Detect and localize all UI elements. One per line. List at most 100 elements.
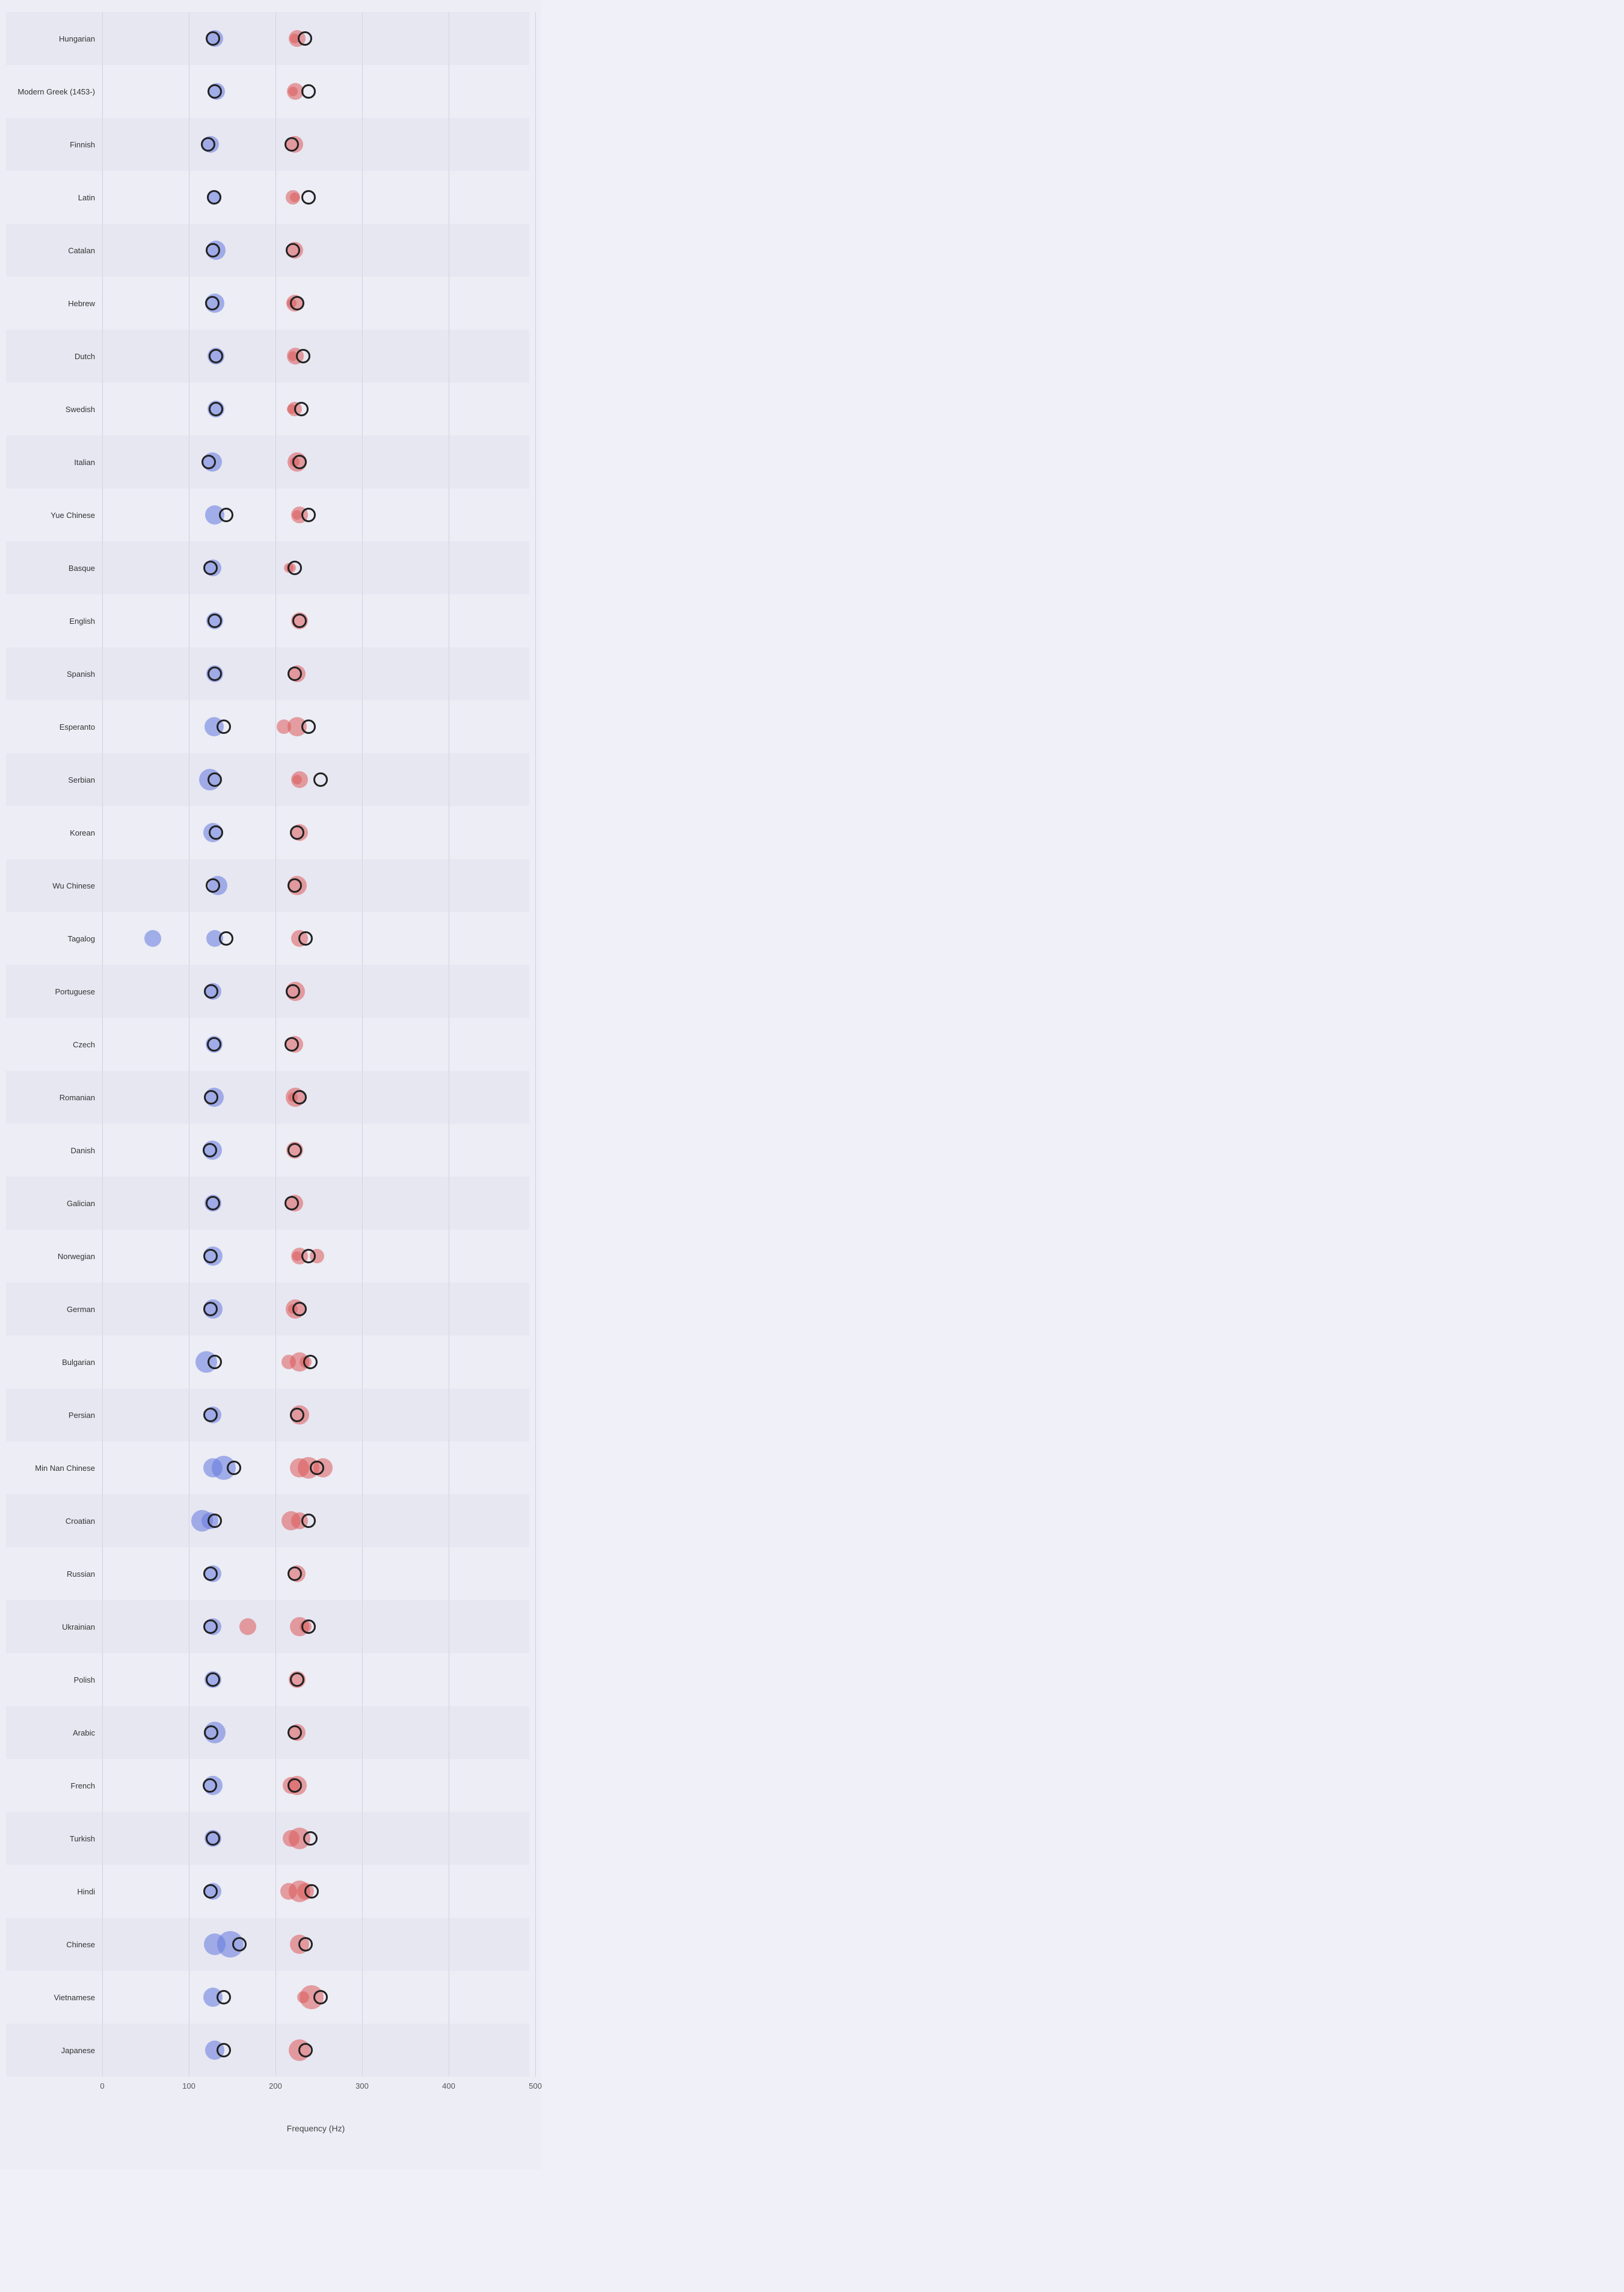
- blue-outline-dot: [208, 84, 222, 99]
- red-outline-dot: [301, 1619, 316, 1634]
- blue-outline-dot: [208, 772, 222, 787]
- red-outline-dot: [286, 984, 300, 999]
- chart-container: HungarianModern Greek (1453-)FinnishLati…: [0, 0, 541, 2169]
- red-outline-dot: [292, 1302, 307, 1316]
- blue-outline-dot: [203, 1143, 217, 1157]
- dot-area: [102, 1230, 529, 1283]
- red-outline-dot: [292, 1090, 307, 1104]
- dot-area: [102, 700, 529, 753]
- table-row: Portuguese: [6, 965, 529, 1018]
- red-outline-dot: [298, 2043, 313, 2057]
- blue-outline-dot: [208, 1355, 222, 1369]
- language-label: Finnish: [6, 140, 102, 149]
- red-outline-dot: [290, 1672, 304, 1687]
- table-row: Japanese: [6, 2024, 529, 2077]
- language-label: Portuguese: [6, 987, 102, 996]
- red-outline-dot: [290, 1408, 304, 1422]
- dot-area: [102, 12, 529, 65]
- table-row: Tagalog: [6, 912, 529, 965]
- table-row: Modern Greek (1453-): [6, 65, 529, 118]
- table-row: Latin: [6, 171, 529, 224]
- blue-outline-dot: [209, 825, 223, 840]
- x-tick-label: 0: [100, 2081, 104, 2090]
- table-row: Korean: [6, 806, 529, 859]
- table-row: English: [6, 594, 529, 647]
- language-label: Bulgarian: [6, 1358, 102, 1367]
- red-filled-dot: [288, 87, 298, 96]
- red-outline-dot: [288, 878, 302, 893]
- red-outline-dot: [298, 931, 313, 946]
- red-outline-dot: [290, 825, 304, 840]
- dot-area: [102, 1653, 529, 1706]
- blue-outline-dot: [204, 984, 218, 999]
- red-outline-dot: [301, 1249, 316, 1263]
- table-row: Ukrainian: [6, 1600, 529, 1653]
- dot-area: [102, 2024, 529, 2077]
- table-row: Arabic: [6, 1706, 529, 1759]
- table-row: Wu Chinese: [6, 859, 529, 912]
- blue-outline-dot: [208, 1514, 222, 1528]
- language-label: Min Nan Chinese: [6, 1464, 102, 1473]
- red-outline-dot: [303, 1831, 318, 1846]
- red-outline-dot: [296, 349, 310, 363]
- dot-area: [102, 647, 529, 700]
- blue-outline-dot: [209, 349, 223, 363]
- blue-outline-dot: [203, 1302, 218, 1316]
- blue-outline-dot: [206, 1672, 220, 1687]
- language-label: Norwegian: [6, 1252, 102, 1261]
- red-outline-dot: [294, 402, 309, 416]
- blue-outline-dot: [203, 1567, 218, 1581]
- table-row: Chinese: [6, 1918, 529, 1971]
- red-filled-dot: [290, 193, 300, 202]
- dot-area: [102, 1124, 529, 1177]
- dot-area: [102, 1865, 529, 1918]
- blue-outline-dot: [219, 508, 233, 522]
- blue-outline-dot: [201, 137, 215, 152]
- table-row: Finnish: [6, 118, 529, 171]
- dot-area: [102, 277, 529, 330]
- language-label: Italian: [6, 458, 102, 467]
- red-outline-dot: [288, 1143, 302, 1157]
- red-filled-dot: [239, 1618, 256, 1635]
- table-row: French: [6, 1759, 529, 1812]
- dot-area: [102, 912, 529, 965]
- table-row: Persian: [6, 1388, 529, 1441]
- red-outline-dot: [313, 772, 328, 787]
- table-row: Swedish: [6, 383, 529, 436]
- table-row: German: [6, 1283, 529, 1335]
- blue-outline-dot: [203, 561, 218, 575]
- red-filled-dot: [292, 1251, 302, 1261]
- dot-area: [102, 1547, 529, 1600]
- red-filled-dot: [292, 510, 302, 520]
- language-label: Esperanto: [6, 722, 102, 732]
- red-outline-dot: [288, 1778, 302, 1793]
- dot-area: [102, 965, 529, 1018]
- table-row: Polish: [6, 1653, 529, 1706]
- language-label: Swedish: [6, 405, 102, 414]
- red-outline-dot: [301, 719, 316, 734]
- dot-area: [102, 1335, 529, 1388]
- language-label: Japanese: [6, 2046, 102, 2055]
- dot-area: [102, 171, 529, 224]
- red-outline-dot: [288, 667, 302, 681]
- red-outline-dot: [304, 1884, 319, 1899]
- table-row: Yue Chinese: [6, 488, 529, 541]
- language-label: Ukrainian: [6, 1622, 102, 1631]
- dot-area: [102, 1388, 529, 1441]
- language-label: Vietnamese: [6, 1993, 102, 2002]
- blue-outline-dot: [219, 931, 233, 946]
- red-outline-dot: [288, 561, 302, 575]
- blue-outline-dot: [206, 243, 220, 257]
- table-row: Spanish: [6, 647, 529, 700]
- blue-outline-dot: [209, 402, 223, 416]
- table-row: Hebrew: [6, 277, 529, 330]
- table-row: Croatian: [6, 1494, 529, 1547]
- language-label: Yue Chinese: [6, 511, 102, 520]
- table-row: Serbian: [6, 753, 529, 806]
- language-label: Latin: [6, 193, 102, 202]
- red-outline-dot: [301, 1514, 316, 1528]
- language-label: Wu Chinese: [6, 881, 102, 890]
- dot-area: [102, 859, 529, 912]
- language-label: Korean: [6, 828, 102, 837]
- language-label: Russian: [6, 1570, 102, 1579]
